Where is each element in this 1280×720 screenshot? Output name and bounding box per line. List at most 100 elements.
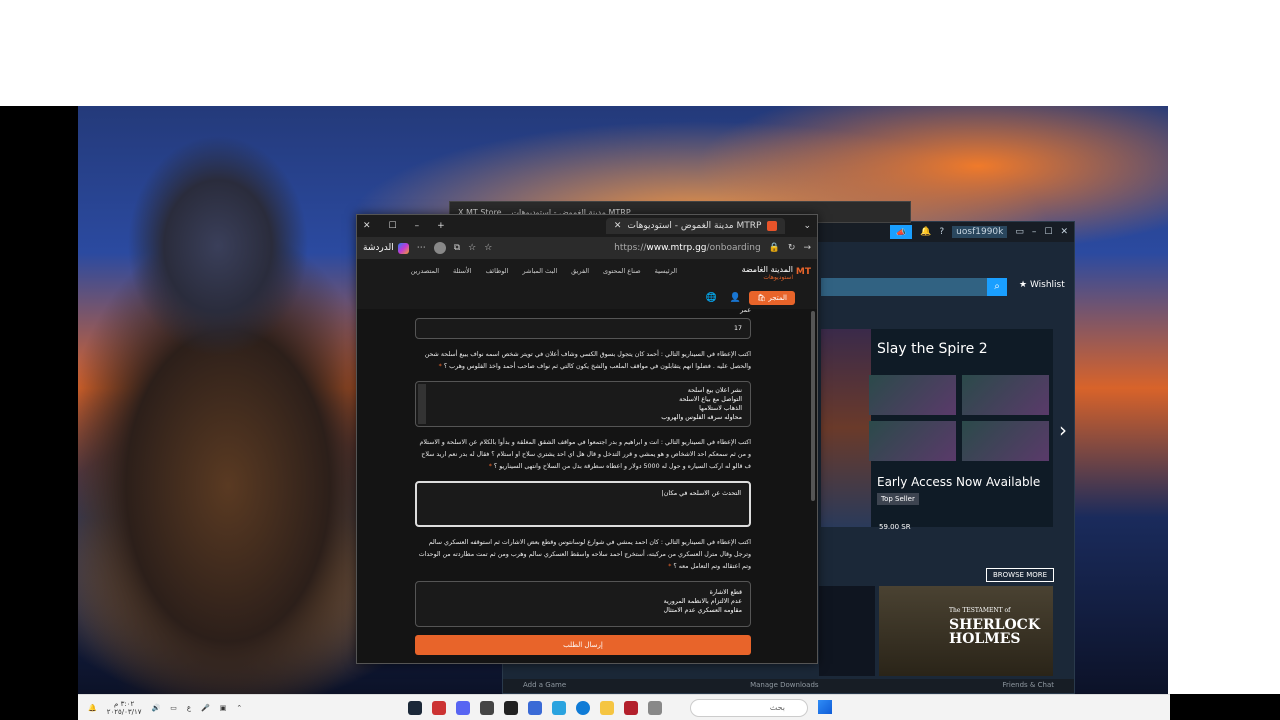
close-icon[interactable]: ✕ [1060,227,1068,237]
answer-3-textarea[interactable]: قطع الاشارة عدم الالتزام بالانظمة المرور… [415,581,751,627]
tray-icon[interactable]: ▣ [220,704,227,712]
nav-link-live[interactable]: البث المباشر [522,267,557,275]
maximize-icon[interactable]: ☐ [1044,227,1052,237]
new-tab-icon[interactable]: + [437,221,445,231]
nav-links: الرئيسية صناع المحتوى الفريق البث المباش… [411,267,677,275]
url-field[interactable]: https://www.mtrp.gg/onboarding [500,243,761,253]
answer-1-textarea[interactable]: نشر اعلان بيع اسلحة التواصل مع بياع الاس… [415,381,751,427]
answer-line: قطع الاشارة [709,589,742,596]
menu-dots-icon[interactable]: ⋯ [417,243,426,253]
nav-link-leaderboard[interactable]: المتصدرين [411,267,439,275]
friends-chat-button[interactable]: Friends & Chat [1003,681,1054,691]
featured-subtitle: Early Access Now Available [877,475,1041,489]
taskbar-apps [408,700,662,715]
address-bar: الدردشة ⋯ ⧉ ☆ ☆ https://www.mtrp.gg/onbo… [357,237,817,259]
manage-downloads-button[interactable]: Manage Downloads [750,681,818,691]
onboarding-form: عمر 17 اكتب الإعطاء في السيناريو التالي … [415,307,751,655]
network-icon[interactable]: ▭ [170,704,177,712]
tab-list-chevron-icon[interactable]: ⌄ [803,221,811,231]
wishlist-link[interactable]: ★ Wishlist [1019,280,1065,290]
language-indicator[interactable]: ع [187,704,191,712]
age-input[interactable]: 17 [415,318,751,339]
question-3: اكتب الإعطاء في السيناريو التالي : كان ا… [418,539,751,570]
question-1: اكتب الإعطاء في السيناريو التالي : أحمد … [424,351,751,370]
microphone-icon[interactable]: 🎤 [201,704,210,712]
show-hidden-icons[interactable]: ⌃ [236,704,242,712]
site-info-icon[interactable]: 🔒 [769,243,780,253]
megaphone-icon[interactable]: 📣 [890,225,913,239]
store-search-input[interactable] [821,278,1007,296]
volume-icon[interactable]: 🔊 [152,704,161,712]
answer-line: عدم الالتزام بالانظمة المرورية [663,598,742,605]
clock[interactable]: ٣:٠٢ م ٢٠٢٥/٠٣/١٧ [107,700,142,716]
page-scrollbar[interactable] [811,311,815,501]
game-card-sherlock[interactable]: The TESTAMENT of SHERLOCK HOLMES [879,586,1053,676]
app-icon[interactable] [648,700,662,715]
nav-link-creators[interactable]: صناع المحتوى [603,267,641,275]
submit-button[interactable]: إرسال الطلب [415,635,751,655]
app-icon[interactable] [432,700,446,715]
epic-games-app-icon[interactable] [504,700,518,715]
profile-avatar[interactable] [433,242,446,254]
help-icon[interactable]: ? [939,227,944,237]
browse-more-button[interactable]: BROWSE MORE [986,568,1055,582]
app-icon[interactable] [528,700,542,715]
nav-link-faq[interactable]: الأسئلة [453,267,472,275]
favorites-icon[interactable]: ☆ [468,243,476,253]
collections-icon[interactable]: ⧉ [454,243,460,253]
tab-close-icon[interactable]: ✕ [614,221,622,231]
search-icon[interactable]: ⌕ [987,278,1007,296]
edge-app-icon[interactable] [576,700,590,715]
store-button[interactable]: 🛍 المتجر [749,291,795,305]
app-icon[interactable] [552,700,566,715]
taskbar-search[interactable]: بحث [690,699,808,717]
favorite-star-icon[interactable]: ☆ [484,243,492,253]
globe-icon[interactable]: 🌐 [706,293,717,303]
user-icon[interactable]: 👤 [730,293,741,303]
steam-app-icon[interactable] [408,700,422,715]
app-icon[interactable] [480,700,494,715]
answer-line: مقاومه العسكري عدم الامتثال [663,607,742,614]
bell-icon[interactable]: 🔔 [920,227,931,237]
game-card-punk[interactable] [819,586,875,676]
site-favicon [767,221,778,231]
answer-2-textarea[interactable]: التحدث عن الاسلحه في مكان| [415,481,751,527]
account-menu[interactable]: uosf1990k [952,226,1008,238]
nav-link-jobs[interactable]: الوظائف [486,267,509,275]
wallpaper-knight [78,126,378,694]
tab-bar: ✕ ☐ – + ✕ مدينة الغموض - استوديوهات MTRP… [357,215,817,237]
nav-link-home[interactable]: الرئيسية [655,267,677,275]
question-2: اكتب الإعطاء في السيناريو التالي : انت و… [419,439,751,470]
answer-line: محاوله سرقه الفلوس والهروب [661,414,742,421]
file-explorer-app-icon[interactable] [600,700,614,715]
featured-screenshots [869,375,1049,461]
nav-link-team[interactable]: الفريق [571,267,589,275]
answer-line: التواصل مع بياع الاسلحة [679,396,742,403]
minimize-window-icon[interactable]: – [415,221,420,231]
active-tab[interactable]: ✕ مدينة الغموض - استوديوهات MTRP [605,218,786,234]
windows-start-icon[interactable] [818,700,832,714]
top-seller-badge: Top Seller [877,493,919,505]
textarea-scrollbar[interactable] [418,384,426,424]
app-icon[interactable] [624,700,638,715]
featured-title: Slay the Spire 2 [877,341,988,357]
featured-price: 59.00 SR [879,523,911,531]
chevron-right-icon[interactable]: › [1059,418,1067,442]
monitor-icon[interactable]: ▭ [1015,227,1024,237]
minimize-icon[interactable]: – [1032,227,1037,237]
back-icon[interactable]: → [803,243,811,253]
site-logo[interactable]: MT المدينة الغامضة استوديوهات [742,265,811,281]
add-game-button[interactable]: Add a Game [523,681,566,691]
site-navbar: MT المدينة الغامضة استوديوهات الرئيسية ص… [357,259,817,309]
discord-app-icon[interactable] [456,700,470,715]
edge-browser-window: ✕ ☐ – + ✕ مدينة الغموض - استوديوهات MTRP… [356,214,818,664]
answer-line: نشر اعلان بيع اسلحة [687,387,742,394]
maximize-window-icon[interactable]: ☐ [389,221,397,231]
notification-icon[interactable]: 🔔 [88,704,97,712]
close-window-icon[interactable]: ✕ [363,221,371,231]
copilot-chat-button[interactable]: الدردشة [363,242,409,254]
screen-top-margin [0,0,1280,106]
refresh-icon[interactable]: ↻ [788,243,796,253]
featured-carousel[interactable]: Slay the Spire 2 Early Access Now Availa… [821,329,1053,531]
system-tray: 🔔 ٣:٠٢ م ٢٠٢٥/٠٣/١٧ 🔊 ▭ ع 🎤 ▣ ⌃ [78,700,242,716]
